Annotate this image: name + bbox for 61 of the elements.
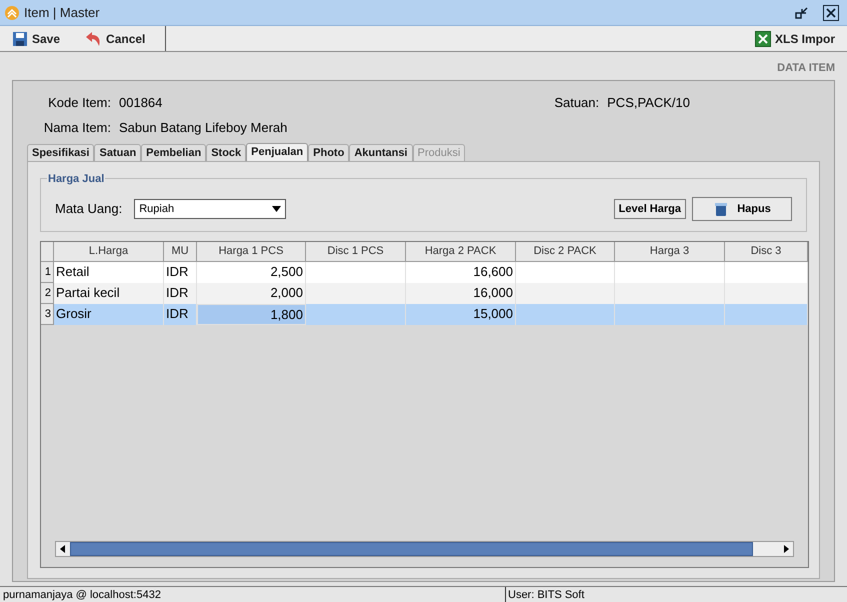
table-cell: 16,600 — [473, 264, 513, 279]
action-button[interactable]: Hapus — [692, 197, 792, 221]
tab[interactable]: Akuntansi — [349, 144, 412, 161]
toolbar-button[interactable]: XLS Impor — [742, 26, 847, 51]
status-text: purnamanjaya @ localhost:5432 — [0, 587, 506, 602]
table-cell: 16,000 — [473, 285, 513, 300]
app-logo-icon — [4, 4, 20, 20]
tab[interactable]: Pembelian — [141, 144, 206, 161]
tab[interactable]: Stock — [206, 144, 246, 161]
table-cell: 1,800 — [270, 307, 303, 322]
table-cell: 15,000 — [473, 306, 513, 321]
scroll-thumb[interactable] — [70, 542, 753, 556]
trash-bin-icon — [713, 201, 730, 217]
column-header[interactable]: Harga 1 PCS — [197, 242, 306, 261]
close-icon — [826, 8, 836, 18]
table-row[interactable]: 3 Grosir IDR 1,800 15,000 — [41, 304, 808, 325]
toolbar-button[interactable]: Cancel — [72, 26, 158, 51]
field-label: Kode Item: — [47, 94, 111, 112]
currency-dropdown[interactable]: Rupiah — [134, 199, 286, 219]
table-cell: IDR — [166, 285, 188, 300]
status-text: User: BITS Soft — [507, 588, 584, 602]
field-label: Satuan: — [554, 94, 600, 112]
column-header[interactable]: Disc 1 PCS — [306, 242, 406, 261]
toolbar-button[interactable]: Save — [0, 26, 72, 51]
field-value: 001864 — [119, 94, 162, 112]
dropdown-arrow-icon — [272, 206, 282, 212]
tab[interactable]: Penjualan — [246, 143, 308, 161]
table-row[interactable]: 1 Retail IDR 2,500 16,600 — [41, 262, 808, 283]
column-header[interactable]: Disc 3 — [725, 242, 808, 261]
row-number: 1 — [41, 262, 54, 283]
table-row[interactable]: 2 Partai kecil IDR 2,000 16,000 — [41, 283, 808, 304]
row-number: 3 — [41, 304, 54, 325]
horizontal-scrollbar[interactable] — [55, 541, 794, 557]
table-cell: IDR — [166, 306, 188, 321]
field-label: Mata Uang: — [55, 200, 122, 218]
table-cell: 2,000 — [270, 285, 303, 300]
undo-arrow-icon — [84, 30, 102, 46]
tab[interactable]: Spesifikasi — [27, 144, 94, 161]
group-title: Harga Jual — [47, 171, 106, 188]
table-cell: Partai kecil — [56, 285, 120, 300]
spreadsheet-icon — [754, 30, 771, 46]
window-title: Item | Master — [24, 4, 100, 22]
column-header[interactable]: Harga 3 — [615, 242, 725, 261]
table-cell: Grosir — [56, 306, 92, 321]
column-header[interactable]: Harga 2 PACK — [406, 242, 516, 261]
column-header[interactable]: Disc 2 PACK — [516, 242, 615, 261]
tab[interactable]: Satuan — [94, 144, 142, 161]
column-header[interactable]: MU — [164, 242, 197, 261]
column-header[interactable]: L.Harga — [54, 242, 164, 261]
table-cell: Retail — [56, 264, 90, 279]
close-button[interactable] — [823, 4, 839, 20]
section-title: DATA ITEM — [777, 61, 835, 76]
table-cell: IDR — [166, 264, 188, 279]
field-label: Nama Item: — [42, 118, 111, 136]
field-value: PCS,PACK/10 — [607, 94, 690, 112]
tab[interactable]: Photo — [308, 144, 350, 161]
action-button[interactable]: Level Harga — [614, 199, 686, 219]
row-number: 2 — [41, 283, 54, 304]
field-value: Sabun Batang Lifeboy Merah — [119, 118, 288, 137]
table-cell: 2,500 — [270, 264, 303, 279]
restore-icon — [795, 6, 809, 20]
